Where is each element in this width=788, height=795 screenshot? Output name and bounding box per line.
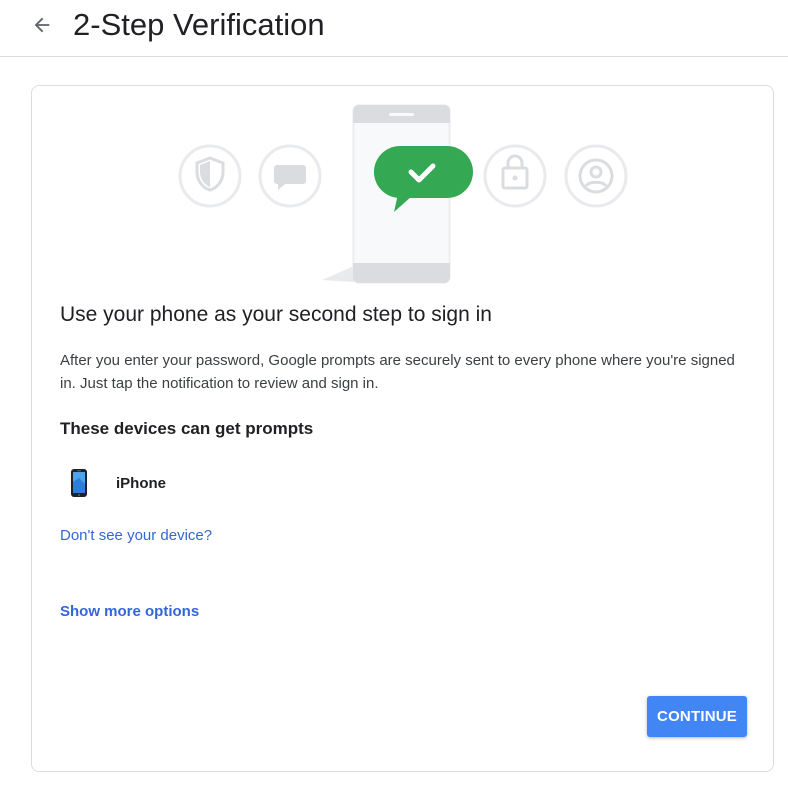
iphone-icon: [60, 465, 98, 501]
top-bar: 2-Step Verification: [0, 0, 788, 57]
chat-bubble-icon: [258, 144, 322, 208]
verification-card: Use your phone as your second step to si…: [31, 85, 774, 772]
illustration: [178, 104, 628, 284]
device-name: iPhone: [116, 474, 167, 492]
section-description: After you enter your password, Google pr…: [60, 352, 735, 392]
device-item: iPhone: [60, 465, 166, 501]
shield-icon: [178, 144, 242, 208]
continue-button[interactable]: CONTINUE: [647, 696, 747, 737]
back-button[interactable]: [28, 11, 56, 39]
show-more-options-link[interactable]: Show more options: [60, 602, 199, 622]
lock-icon: [483, 144, 547, 208]
devices-heading: These devices can get prompts: [60, 419, 314, 438]
section-heading: Use your phone as your second step to si…: [60, 303, 492, 326]
account-circle-icon: [564, 144, 628, 208]
page-title: 2-Step Verification: [73, 7, 325, 42]
missing-device-link[interactable]: Don't see your device?: [60, 526, 212, 546]
arrow-back-icon: [34, 17, 50, 33]
